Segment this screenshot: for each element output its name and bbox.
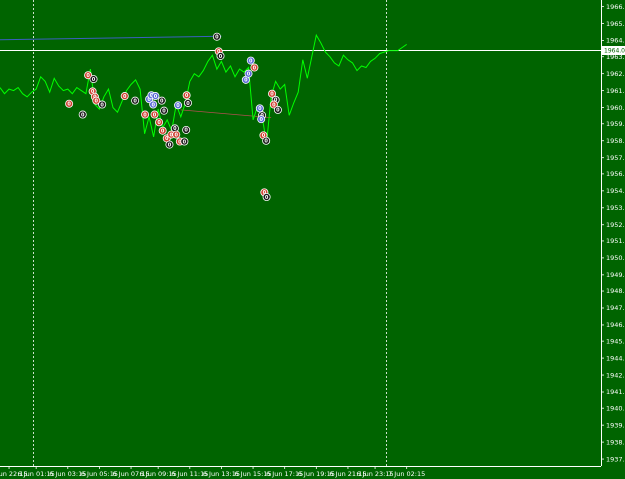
trade-marker-label: 0 <box>186 101 190 107</box>
trade-marker-label: 0 <box>95 98 99 104</box>
trade-marker-label: 0 <box>264 139 268 145</box>
trade-marker-label: 0 <box>219 54 223 60</box>
trade-marker-label: 0 <box>183 139 187 145</box>
price-tick-label: 1950.55 <box>606 254 625 262</box>
trade-marker[interactable]: 0 <box>157 96 166 105</box>
trade-marker-label: 0 <box>67 102 71 108</box>
trade-marker[interactable]: 0 <box>255 104 264 113</box>
price-tick-label: 1945.15 <box>606 337 625 345</box>
trade-marker[interactable]: 0 <box>174 101 183 110</box>
price-series-line <box>0 33 407 144</box>
trade-marker[interactable]: 0 <box>246 56 255 65</box>
trade-marker-label: 0 <box>100 102 104 108</box>
trade-marker[interactable]: 0 <box>149 100 158 109</box>
trade-marker[interactable]: 0 <box>89 75 98 84</box>
trade-marker[interactable]: 0 <box>257 115 266 124</box>
trade-marker-label: 0 <box>160 98 164 104</box>
trade-marker[interactable]: 0 <box>262 193 271 202</box>
price-tick-label: 1964.65 <box>606 37 625 45</box>
trade-marker[interactable]: 0 <box>250 63 259 72</box>
price-tick-label: 1953.80 <box>606 204 625 212</box>
price-tick-label: 1942.95 <box>606 371 625 379</box>
bid-price-badge: 1964.06 <box>602 46 625 55</box>
price-tick-label: 1959.25 <box>606 120 625 128</box>
price-tick-label: 1941.85 <box>606 388 625 396</box>
price-tick-label: 1965.75 <box>606 20 625 28</box>
price-tick-label: 1954.90 <box>606 187 625 195</box>
price-tick-label: 1951.65 <box>606 237 625 245</box>
trade-marker-label: 0 <box>259 117 263 123</box>
price-tick-label: 1961.40 <box>606 87 625 95</box>
trade-marker-label: 0 <box>185 93 189 99</box>
trade-marker-label: 0 <box>176 103 180 109</box>
trade-marker-label: 0 <box>215 34 219 40</box>
price-tick-label: 1940.80 <box>606 404 625 412</box>
price-tick-label: 1947.30 <box>606 304 625 312</box>
price-tick-label: 1937.50 <box>606 455 625 463</box>
trade-marker[interactable]: 0 <box>141 110 150 119</box>
trade-marker-label: 0 <box>143 112 147 118</box>
trade-marker[interactable]: 0 <box>216 51 225 60</box>
trade-marker-label: 0 <box>154 94 158 100</box>
price-tick-label: 1958.15 <box>606 137 625 145</box>
trade-marker[interactable]: 0 <box>262 136 271 145</box>
trade-marker[interactable]: 0 <box>131 96 140 105</box>
trade-marker-label: 0 <box>258 106 262 112</box>
trade-marker-label: 0 <box>157 120 161 126</box>
trade-marker[interactable]: 0 <box>244 69 253 78</box>
bid-price-badge-label: 1964.06 <box>604 48 625 55</box>
price-tick-label: 1956.00 <box>606 170 625 178</box>
trade-marker[interactable]: 0 <box>158 126 167 135</box>
price-tick-label: 1960.30 <box>606 104 625 112</box>
trade-marker-label: 0 <box>265 195 269 201</box>
trade-marker-label: 0 <box>253 65 257 71</box>
trade-marker[interactable]: 0 <box>273 105 282 114</box>
price-chart[interactable]: 000000000000 00000000000000 00000000000000… <box>0 0 625 479</box>
trade-marker-label: 0 <box>153 112 157 118</box>
trade-marker[interactable]: 0 <box>98 100 107 109</box>
trade-marker-label: 0 <box>174 132 178 138</box>
price-tick-label: 1939.70 <box>606 421 625 429</box>
trade-marker-label: 0 <box>162 108 166 114</box>
trade-marker-label: 0 <box>244 78 248 84</box>
trade-marker-label: 0 <box>276 108 280 114</box>
trade-marker[interactable]: 0 <box>151 92 160 101</box>
price-tick-label: 1949.45 <box>606 271 625 279</box>
price-tick-label: 1957.05 <box>606 154 625 162</box>
time-tick-label: 7 Jun 02:15 <box>388 470 425 478</box>
trade-marker[interactable]: 0 <box>120 92 129 101</box>
chart-window: 0000000000000000000000000000000000000000… <box>0 0 625 479</box>
price-tick-label: 1952.70 <box>606 221 625 229</box>
trade-marker-label: 0 <box>247 71 251 77</box>
price-tick-label: 1938.60 <box>606 438 625 446</box>
trade-marker[interactable]: 0 <box>165 140 174 149</box>
trade-marker-label: 0 <box>151 102 155 108</box>
price-tick-label: 1944.05 <box>606 354 625 362</box>
trade-marker[interactable]: 0 <box>160 106 169 115</box>
trade-marker[interactable]: 0 <box>182 125 191 134</box>
trade-marker[interactable]: 0 <box>78 110 87 119</box>
trade-marker-label: 0 <box>168 142 172 148</box>
trade-marker-label: 0 <box>249 58 253 64</box>
trade-marker[interactable]: 0 <box>155 118 164 127</box>
trade-marker[interactable]: 0 <box>212 32 221 41</box>
trade-marker[interactable]: 0 <box>65 99 74 108</box>
price-tick-label: 1962.50 <box>606 70 625 78</box>
trade-marker[interactable]: 0 <box>172 130 181 139</box>
trade-marker[interactable]: 0 <box>183 98 192 107</box>
trade-marker-label: 0 <box>161 129 165 135</box>
price-tick-label: 1946.20 <box>606 321 625 329</box>
trade-marker[interactable]: 0 <box>180 137 189 146</box>
trade-marker[interactable]: 0 <box>182 91 191 100</box>
price-tick-label: 1966.05 <box>606 3 625 11</box>
trade-marker-label: 0 <box>184 128 188 134</box>
trade-marker-label: 0 <box>133 98 137 104</box>
trade-marker-label: 0 <box>92 77 96 83</box>
trade-marker-label: 0 <box>123 94 127 100</box>
price-tick-label: 1948.40 <box>606 287 625 295</box>
trade-marker-label: 0 <box>81 112 85 118</box>
trade-marker[interactable]: 0 <box>150 110 159 119</box>
